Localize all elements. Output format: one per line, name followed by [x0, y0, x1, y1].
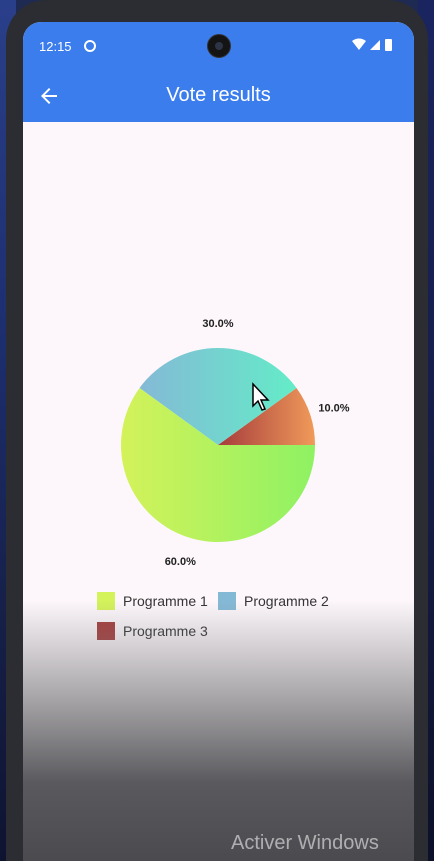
battery-icon	[385, 39, 392, 51]
app-screen: 12:15 Vote results 10.0% 30.0% 60.0% Progr…	[23, 22, 414, 861]
app-bar: Vote results	[23, 70, 414, 122]
front-camera	[207, 34, 231, 58]
wifi-icon	[352, 38, 366, 50]
status-time: 12:15	[39, 39, 72, 54]
signal-icon	[370, 40, 380, 50]
legend-label: Programme 2	[244, 593, 329, 609]
pie-slice-percent-label: 30.0%	[202, 318, 233, 330]
notification-icon	[84, 40, 96, 52]
legend-swatch	[97, 622, 115, 640]
status-bar: 12:15	[23, 22, 414, 70]
legend-label: Programme 1	[123, 593, 208, 609]
windows-activation-watermark: Activer Windows	[231, 832, 379, 854]
pie-slice-percent-label: 10.0%	[318, 402, 349, 414]
page-title: Vote results	[166, 84, 271, 106]
legend-swatch	[97, 592, 115, 610]
mouse-cursor-icon	[252, 382, 270, 411]
legend-label: Programme 3	[123, 623, 208, 639]
legend-swatch	[218, 592, 236, 610]
status-icons	[352, 38, 392, 51]
pie-slice-percent-label: 60.0%	[165, 556, 196, 568]
